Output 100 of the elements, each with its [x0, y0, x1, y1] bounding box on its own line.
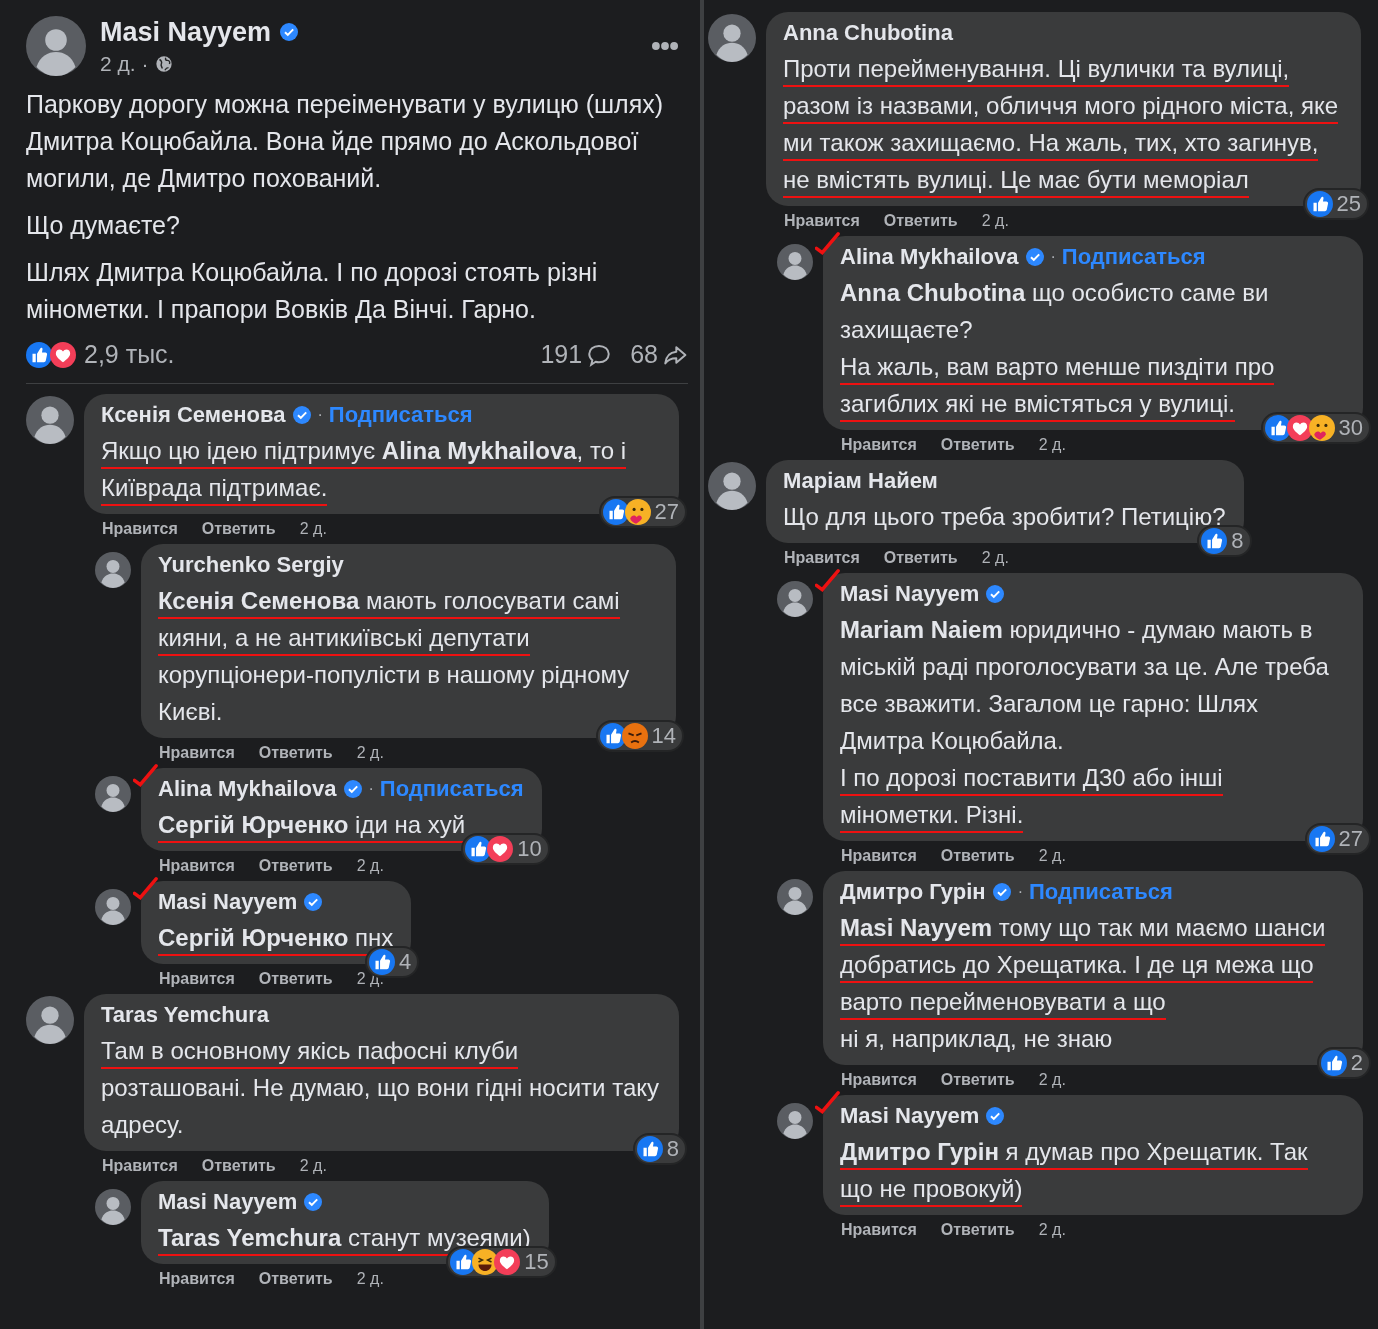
avatar [777, 244, 813, 280]
like-icon [602, 499, 629, 525]
reaction-pill[interactable]: 10 [461, 833, 550, 865]
author-name[interactable]: Masi Nayyem [100, 16, 272, 48]
reaction-count: 8 [666, 1136, 679, 1162]
avatar [26, 996, 74, 1044]
like-link[interactable]: Нравится [784, 212, 860, 230]
avatar [777, 879, 813, 915]
comment-time[interactable]: 2 д. [1038, 436, 1066, 454]
author-name[interactable]: Ксенія Семенова [101, 402, 286, 428]
reaction-pill[interactable]: 27 [598, 496, 687, 528]
reply-link[interactable]: Ответить [258, 970, 333, 988]
author-name[interactable]: Yurchenko Sergiy [158, 552, 344, 578]
reaction-pill[interactable]: 2 [1316, 1047, 1371, 1079]
comment-time[interactable]: 2 д. [299, 1157, 327, 1175]
avatar [95, 552, 131, 588]
like-link[interactable]: Нравится [159, 1270, 235, 1288]
reaction-pill[interactable]: 30 [1260, 412, 1371, 444]
avatar [708, 462, 756, 510]
reply-link[interactable]: Ответить [258, 744, 333, 762]
avatar [95, 889, 131, 925]
reaction-count[interactable]: 2,9 тыс. [84, 340, 175, 369]
like-link[interactable]: Нравится [159, 744, 235, 762]
reply-link[interactable]: Ответить [201, 520, 276, 538]
comment-time[interactable]: 2 д. [1038, 1221, 1066, 1239]
author-name[interactable]: Masi Nayyem [840, 1103, 980, 1129]
share-count[interactable]: 68 [630, 340, 658, 369]
reply-link[interactable]: Ответить [883, 212, 958, 230]
reaction-count: 15 [524, 1249, 549, 1275]
more-icon [652, 42, 678, 50]
reaction-count: 8 [1231, 528, 1244, 554]
reply-link[interactable]: Ответить [940, 436, 1015, 454]
hugging-face-icon [1308, 415, 1335, 441]
like-link[interactable]: Нравится [784, 549, 860, 567]
like-link[interactable]: Нравится [102, 1157, 178, 1175]
reaction-pill[interactable]: 14 [595, 720, 684, 752]
author-name[interactable]: Alina Mykhailova [158, 776, 337, 802]
reply-link[interactable]: Ответить [258, 1270, 333, 1288]
reaction-count: 27 [1338, 826, 1363, 852]
reply-link[interactable]: Ответить [940, 1071, 1015, 1089]
reaction-pill[interactable]: 27 [1304, 823, 1371, 855]
comment-time[interactable]: 2 д. [356, 857, 384, 875]
comment-time[interactable]: 2 д. [981, 549, 1009, 567]
like-icon [1201, 528, 1228, 554]
reaction-count: 30 [1338, 415, 1363, 441]
separator-dot: · [317, 406, 323, 424]
like-icon [599, 723, 626, 749]
comment-time[interactable]: 2 д. [1038, 847, 1066, 865]
post-text: Паркову дорогу можна переіменувати у вулицю (шлях) Дмитра Коцюбайла. Вона йде прямо до Аскольдової могили, де Дмитро похований. [26, 89, 665, 194]
avatar [26, 16, 86, 76]
globe-icon [154, 54, 173, 73]
like-icon [1264, 415, 1291, 441]
comment-time[interactable]: 2 д. [1038, 1071, 1066, 1089]
separator-dot: · [1017, 883, 1023, 901]
reaction-count: 10 [517, 836, 542, 862]
author-name[interactable]: Taras Yemchura [101, 1002, 269, 1028]
like-link[interactable]: Нравится [159, 857, 235, 875]
author-name[interactable]: Alina Mykhailova [840, 244, 1019, 270]
avatar [95, 1189, 131, 1225]
like-icon [636, 1136, 663, 1162]
avatar [26, 396, 74, 444]
comment-time[interactable]: 2 д. [356, 744, 384, 762]
angry-face-icon [621, 723, 648, 749]
reaction-pill[interactable]: 8 [632, 1133, 687, 1165]
like-link[interactable]: Нравится [159, 970, 235, 988]
reaction-count: 25 [1336, 191, 1361, 217]
author-name[interactable]: Anna Chubotina [783, 20, 953, 46]
author-name[interactable]: Маріам Найем [783, 468, 938, 494]
author-name[interactable]: Masi Nayyem [158, 1189, 298, 1215]
like-link[interactable]: Нравится [841, 1071, 917, 1089]
comment-text: Mariam Naiem юридично - думаю мають в міській раді проголосувати за це. Але треба все зважити. Загалом це гарно: Шлях Дмитра Коцюбайла. [840, 615, 1330, 756]
author-name[interactable]: Дмитро Гурін [840, 879, 986, 905]
reply-link[interactable]: Ответить [940, 1221, 1015, 1239]
like-icon [450, 1249, 477, 1275]
author-name[interactable]: Masi Nayyem [158, 889, 298, 915]
comment-count[interactable]: 191 [540, 340, 583, 369]
reply-link[interactable]: Ответить [201, 1157, 276, 1175]
reaction-count: 2 [1350, 1050, 1363, 1076]
like-icon [369, 949, 396, 975]
comment-time[interactable]: 2 д. [299, 520, 327, 538]
avatar [95, 776, 131, 812]
comment-time[interactable]: 2 д. [981, 212, 1009, 230]
like-icon [465, 836, 492, 862]
like-link[interactable]: Нравится [102, 520, 178, 538]
author-name[interactable]: Masi Nayyem [840, 581, 980, 607]
comment-time[interactable]: 2 д. [356, 1270, 384, 1288]
laughing-face-icon [472, 1249, 499, 1275]
post-text: Шлях Дмитра Коцюбайла. І по дорозі стоять різні мінометки. І прапори Вовків Да Вінчі. Гарно. [26, 257, 599, 325]
reply-link[interactable]: Ответить [258, 857, 333, 875]
reply-link[interactable]: Ответить [940, 847, 1015, 865]
like-icon [1308, 826, 1335, 852]
post-time[interactable]: 2 д. [100, 51, 136, 76]
like-link[interactable]: Нравится [841, 847, 917, 865]
like-link[interactable]: Нравится [841, 1221, 917, 1239]
comment-text: Anna Chubotina що особисто саме ви захищаєте? [840, 278, 1270, 345]
reaction-pill[interactable]: 25 [1302, 188, 1369, 220]
like-icon [26, 341, 52, 368]
reaction-pill[interactable]: 8 [1197, 525, 1252, 557]
reply-link[interactable]: Ответить [883, 549, 958, 567]
like-link[interactable]: Нравится [841, 436, 917, 454]
